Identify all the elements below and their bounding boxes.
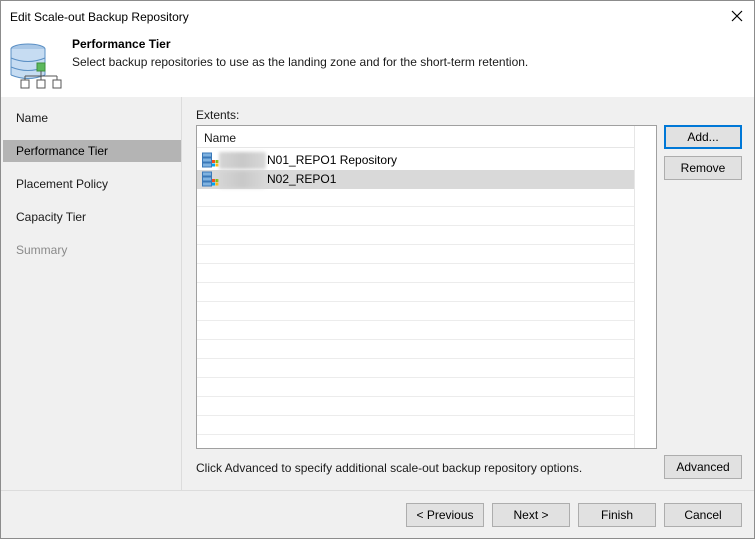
- windows-repository-icon: [202, 171, 219, 187]
- finish-button[interactable]: Finish: [578, 503, 656, 527]
- database-tree-icon: [10, 43, 62, 89]
- close-button[interactable]: [722, 3, 752, 29]
- advanced-button[interactable]: Advanced: [664, 455, 742, 479]
- remove-button[interactable]: Remove: [664, 156, 742, 180]
- list-grid-lines: [197, 188, 634, 448]
- extents-label: Extents:: [196, 108, 240, 122]
- list-item[interactable]: N02_REPO1: [197, 170, 634, 189]
- wizard-body: Name Performance Tier Placement Policy C…: [1, 97, 754, 490]
- wizard-header: Performance Tier Select backup repositor…: [1, 33, 754, 97]
- close-icon: [731, 10, 743, 22]
- column-divider: [634, 126, 635, 448]
- extent-name: N01_REPO1 Repository: [267, 153, 398, 167]
- sidebar-item-capacity-tier[interactable]: Capacity Tier: [3, 206, 181, 228]
- cancel-button[interactable]: Cancel: [664, 503, 742, 527]
- list-item[interactable]: N01_REPO1 Repository: [197, 151, 634, 170]
- wizard-steps-sidebar: Name Performance Tier Placement Policy C…: [1, 97, 182, 490]
- add-button[interactable]: Add...: [664, 125, 742, 149]
- title-bar: Edit Scale-out Backup Repository: [1, 1, 754, 33]
- sidebar-item-summary: Summary: [16, 243, 68, 257]
- wizard-footer: < Previous Next > Finish Cancel: [1, 490, 754, 538]
- page-description: Select backup repositories to use as the…: [72, 55, 529, 69]
- sidebar-item-placement-policy[interactable]: Placement Policy: [3, 173, 181, 195]
- advanced-hint: Click Advanced to specify additional sca…: [196, 461, 583, 475]
- extents-list[interactable]: Name N01_REPO1 Repository N02_REPO1: [196, 125, 657, 449]
- windows-repository-icon: [202, 152, 219, 168]
- page-title: Performance Tier: [72, 37, 171, 51]
- redacted-name: [219, 152, 266, 169]
- column-header-name[interactable]: Name: [197, 126, 634, 148]
- extent-name: N02_REPO1: [267, 172, 337, 186]
- dialog-window: Edit Scale-out Backup Repository Perform…: [0, 0, 755, 539]
- previous-button[interactable]: < Previous: [406, 503, 484, 527]
- sidebar-item-name[interactable]: Name: [3, 107, 181, 129]
- next-button[interactable]: Next >: [492, 503, 570, 527]
- redacted-name: [219, 171, 266, 188]
- window-title: Edit Scale-out Backup Repository: [10, 10, 189, 24]
- sidebar-item-performance-tier[interactable]: Performance Tier: [3, 140, 181, 162]
